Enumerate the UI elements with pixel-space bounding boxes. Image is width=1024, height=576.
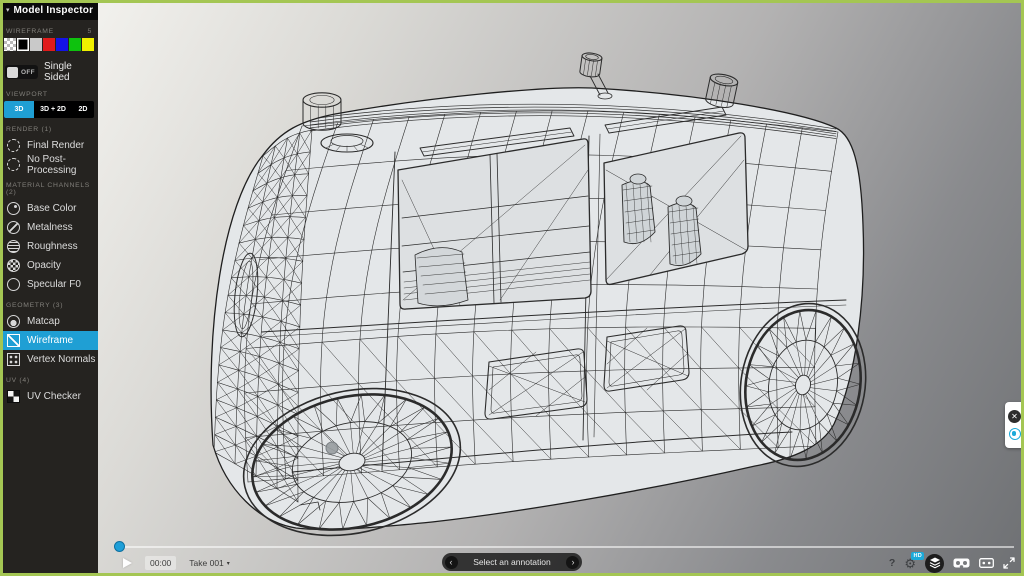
annotation-selector[interactable]: ‹ Select an annotation › bbox=[442, 553, 582, 571]
annotation-target-icon[interactable] bbox=[1009, 428, 1021, 440]
sidebar-item-roughness[interactable]: Roughness bbox=[0, 237, 98, 256]
vertex-normals-icon bbox=[7, 353, 20, 366]
take-dropdown[interactable]: Take 001 ▾ bbox=[189, 558, 230, 568]
wireframe-swatch-black[interactable] bbox=[17, 38, 29, 51]
viewer-toolbar: ? ⚙ HD bbox=[889, 552, 1015, 574]
wireframe-swatch-green[interactable] bbox=[69, 38, 81, 51]
wireframe-swatch-gray[interactable] bbox=[30, 38, 42, 51]
sidebar-item-no-post-processing[interactable]: No Post-Processing bbox=[0, 155, 98, 174]
close-icon[interactable]: ✕ bbox=[1008, 410, 1021, 423]
inspector-toggle-button[interactable] bbox=[925, 554, 944, 573]
viewport-3d[interactable]: 00:00 Take 001 ▾ ‹ Select an annotation … bbox=[98, 0, 1024, 576]
layers-icon bbox=[929, 557, 941, 569]
single-sided-row: OFF Single Sided bbox=[5, 61, 93, 83]
postprocess-circle-icon bbox=[7, 158, 20, 171]
sidebar-item-wireframe[interactable]: Wireframe bbox=[0, 331, 98, 350]
sidebar-item-label: Matcap bbox=[27, 316, 60, 327]
annotation-mini-panel: ✕ bbox=[1005, 402, 1024, 448]
timeline-track[interactable] bbox=[119, 546, 1014, 548]
sidebar-item-label: Wireframe bbox=[27, 335, 73, 346]
playback-controls: 00:00 Take 001 ▾ ‹ Select an annotation … bbox=[98, 552, 1024, 574]
wireframe-color-swatches bbox=[4, 38, 94, 51]
help-button[interactable]: ? bbox=[889, 557, 895, 569]
toggle-state-label: OFF bbox=[21, 69, 35, 76]
wireframe-swatch-yellow[interactable] bbox=[82, 38, 94, 51]
sidebar-item-label: Metalness bbox=[27, 222, 73, 233]
uv-checker-icon bbox=[7, 390, 20, 403]
timeline-handle[interactable] bbox=[114, 541, 125, 552]
hd-badge: HD bbox=[911, 552, 924, 560]
opacity-icon bbox=[7, 259, 20, 272]
wireframe-section-label: WIREFRAME 5 bbox=[6, 28, 92, 35]
specular-icon bbox=[7, 278, 20, 291]
cardboard-viewer-icon[interactable] bbox=[979, 558, 994, 568]
chevron-down-icon: ▾ bbox=[227, 560, 230, 567]
sidebar-item-label: Final Render bbox=[27, 140, 84, 151]
wireframe-thickness-value: 5 bbox=[88, 28, 92, 35]
sidebar-item-opacity[interactable]: Opacity bbox=[0, 256, 98, 275]
wireframe-swatch-transparent[interactable] bbox=[4, 38, 16, 51]
sidebar-item-metalness[interactable]: Metalness bbox=[0, 218, 98, 237]
matcap-icon bbox=[7, 315, 20, 328]
section-label-uv-4: UV (4) bbox=[6, 377, 92, 384]
model-inspector-sidebar: ▾ Model Inspector WIREFRAME 5 OFF Single… bbox=[0, 0, 98, 576]
render-circle-icon bbox=[7, 139, 20, 152]
viewport-mode-switch: 3D3D + 2D2D bbox=[4, 101, 94, 118]
metalness-icon bbox=[7, 221, 20, 234]
settings-button[interactable]: ⚙ HD bbox=[904, 557, 916, 570]
annotation-placeholder: Select an annotation bbox=[473, 557, 551, 567]
sidebar-item-final-render[interactable]: Final Render bbox=[0, 136, 98, 155]
sidebar-item-matcap[interactable]: Matcap bbox=[0, 312, 98, 331]
sidebar-item-label: Roughness bbox=[27, 241, 78, 252]
sidebar-item-label: Vertex Normals bbox=[27, 354, 95, 365]
section-label-render-1: RENDER (1) bbox=[6, 126, 92, 133]
model-inspector-app: 00:00 Take 001 ▾ ‹ Select an annotation … bbox=[0, 0, 1024, 576]
single-sided-label: Single Sided bbox=[44, 61, 93, 83]
sidebar-item-label: Specular F0 bbox=[27, 279, 81, 290]
roughness-icon bbox=[7, 240, 20, 253]
sidebar-item-uv-checker[interactable]: UV Checker bbox=[0, 387, 98, 406]
play-button[interactable] bbox=[123, 558, 132, 568]
sidebar-item-label: Base Color bbox=[27, 203, 76, 214]
sidebar-item-label: No Post-Processing bbox=[27, 154, 98, 176]
viewport-option-3d-2d[interactable]: 3D + 2D bbox=[34, 101, 72, 118]
sidebar-item-label: Opacity bbox=[27, 260, 61, 271]
viewport-option-3d[interactable]: 3D bbox=[4, 101, 34, 118]
sidebar-header[interactable]: ▾ Model Inspector bbox=[0, 0, 98, 20]
annotation-prev-icon[interactable]: ‹ bbox=[445, 556, 458, 569]
section-label-material-channels-2: MATERIAL CHANNELS (2) bbox=[6, 182, 92, 196]
collapse-caret-icon: ▾ bbox=[6, 6, 10, 14]
toggle-knob bbox=[7, 67, 18, 78]
wireframe-van-model[interactable] bbox=[98, 0, 1024, 576]
wireframe-icon bbox=[7, 334, 20, 347]
sidebar-item-vertex-normals[interactable]: Vertex Normals bbox=[0, 350, 98, 369]
wireframe-swatch-red[interactable] bbox=[43, 38, 55, 51]
time-display: 00:00 bbox=[145, 556, 176, 570]
vr-headset-icon[interactable] bbox=[953, 558, 970, 568]
section-label-geometry-3: GEOMETRY (3) bbox=[6, 302, 92, 309]
single-sided-toggle[interactable]: OFF bbox=[5, 65, 38, 79]
sidebar-title: Model Inspector bbox=[14, 5, 94, 16]
base-color-icon bbox=[7, 202, 20, 215]
take-label: Take 001 bbox=[189, 558, 224, 568]
fullscreen-icon[interactable] bbox=[1003, 557, 1015, 569]
viewport-section-label: VIEWPORT bbox=[6, 91, 92, 98]
wireframe-swatch-blue[interactable] bbox=[56, 38, 68, 51]
sidebar-item-specular-f0[interactable]: Specular F0 bbox=[0, 275, 98, 294]
viewport-option-2d[interactable]: 2D bbox=[72, 101, 94, 118]
sidebar-item-base-color[interactable]: Base Color bbox=[0, 199, 98, 218]
sidebar-item-label: UV Checker bbox=[27, 391, 81, 402]
annotation-next-icon[interactable]: › bbox=[566, 556, 579, 569]
